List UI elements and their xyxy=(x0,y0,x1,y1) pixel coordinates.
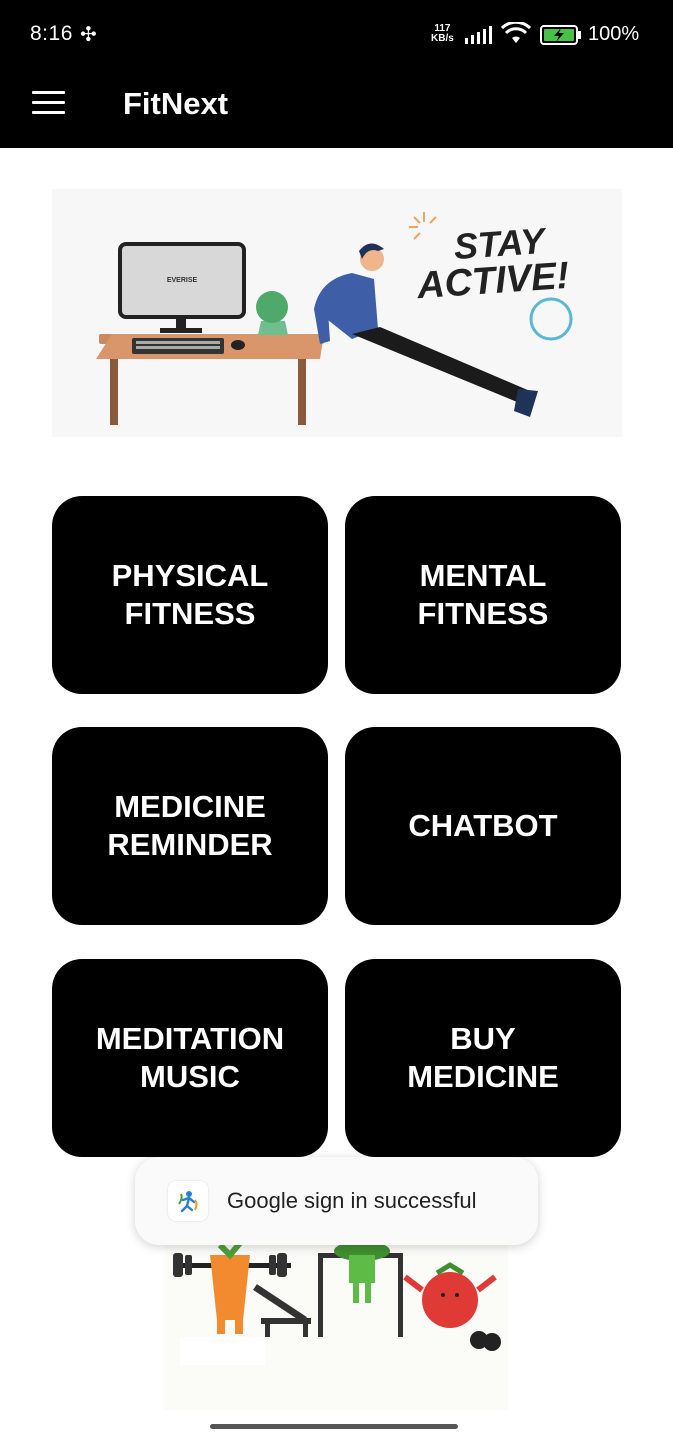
tile-buy-medicine[interactable]: BUY MEDICINE xyxy=(345,959,621,1157)
toast-message: Google sign in successful xyxy=(227,1188,477,1213)
hamburger-menu-icon[interactable] xyxy=(32,91,65,115)
tile-label: MEDICINE REMINDER xyxy=(107,789,273,862)
tile-label: MENTAL FITNESS xyxy=(417,558,549,631)
tile-meditation-music[interactable]: MEDITATION MUSIC xyxy=(52,959,328,1157)
stay-active-banner: EVERISE STAY ACTIVE! xyxy=(52,189,622,437)
tile-chatbot[interactable]: CHATBOT xyxy=(345,727,621,925)
google-signin-toast: Google sign in successful xyxy=(135,1157,538,1245)
app-logo-icon xyxy=(168,1181,208,1221)
app-bar: FitNext xyxy=(0,70,673,148)
network-speed-unit: KB/s xyxy=(431,33,454,44)
battery-percent: 100% xyxy=(588,23,640,45)
tile-medicine-reminder[interactable]: MEDICINE REMINDER xyxy=(52,727,328,925)
status-bar: 8:16 ✣ 117 KB/s 100% xyxy=(0,0,673,70)
tile-label: BUY MEDICINE xyxy=(407,1021,559,1094)
battery-icon xyxy=(540,25,581,45)
tile-label: PHYSICAL FITNESS xyxy=(111,558,269,631)
tile-mental-fitness[interactable]: MENTAL FITNESS xyxy=(345,496,621,694)
status-time: 8:16 xyxy=(30,22,73,45)
signal-icon xyxy=(465,26,492,44)
wifi-icon xyxy=(501,22,531,43)
pinwheel-icon: ✣ xyxy=(80,24,97,46)
monitor-brand-text: EVERISE xyxy=(167,277,198,284)
app-title: FitNext xyxy=(123,86,229,121)
network-speed: 117 KB/s xyxy=(431,24,454,44)
tile-label: MEDITATION MUSIC xyxy=(95,1021,285,1094)
tile-physical-fitness[interactable]: PHYSICAL FITNESS xyxy=(52,496,328,694)
home-indicator[interactable] xyxy=(210,1424,458,1429)
tile-label: CHATBOT xyxy=(408,808,558,843)
